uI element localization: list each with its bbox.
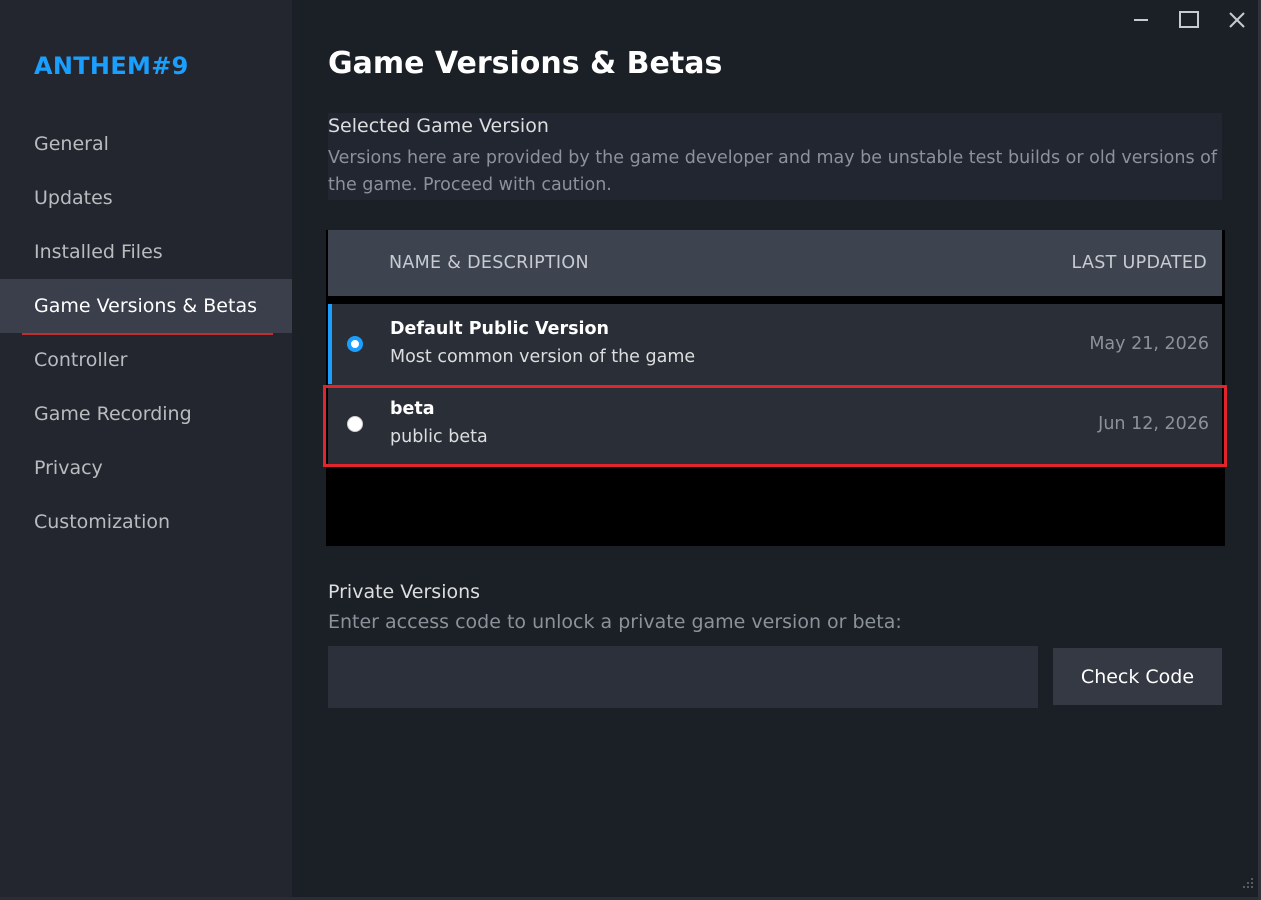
sidebar-item-updates[interactable]: Updates (0, 171, 292, 225)
version-name: beta (390, 399, 435, 419)
game-title: ANTHEM#9 (34, 52, 189, 80)
sidebar-item-game-versions-betas[interactable]: Game Versions & Betas (0, 279, 292, 333)
version-row-beta[interactable]: beta public beta Jun 12, 2026 (328, 384, 1222, 464)
version-description: public beta (390, 427, 488, 447)
column-header-last-updated: LAST UPDATED (1071, 253, 1207, 273)
sidebar-item-privacy[interactable]: Privacy (0, 441, 292, 495)
version-last-updated: May 21, 2026 (1089, 334, 1209, 354)
private-versions-heading: Private Versions (328, 581, 481, 603)
sidebar-item-installed-files[interactable]: Installed Files (0, 225, 292, 279)
minimize-icon[interactable] (1124, 4, 1158, 36)
check-code-button[interactable]: Check Code (1053, 648, 1222, 705)
selected-row-accent (328, 304, 332, 384)
sidebar-item-customization[interactable]: Customization (0, 495, 292, 549)
selected-version-description: Versions here are provided by the game d… (328, 148, 1218, 195)
sidebar-item-general[interactable]: General (0, 117, 292, 171)
properties-window: ANTHEM#9 General Updates Installed Files… (0, 0, 1258, 897)
radio-beta-version[interactable] (347, 416, 363, 432)
column-header-name: NAME & DESCRIPTION (389, 253, 589, 273)
private-versions-description: Enter access code to unlock a private ga… (328, 611, 902, 633)
version-description: Most common version of the game (390, 347, 696, 367)
sidebar-item-controller[interactable]: Controller (0, 333, 292, 387)
close-icon[interactable] (1220, 4, 1254, 36)
page-title: Game Versions & Betas (328, 46, 723, 81)
resize-grip-icon[interactable] (1240, 874, 1254, 893)
maximize-icon[interactable] (1172, 4, 1206, 36)
selected-version-heading: Selected Game Version (328, 115, 549, 137)
version-name: Default Public Version (390, 319, 609, 339)
sidebar: ANTHEM#9 General Updates Installed Files… (0, 0, 292, 897)
version-row-default[interactable]: Default Public Version Most common versi… (328, 304, 1222, 384)
sidebar-item-game-recording[interactable]: Game Recording (0, 387, 292, 441)
access-code-input[interactable] (328, 646, 1038, 708)
radio-default-version[interactable] (347, 336, 363, 352)
version-last-updated: Jun 12, 2026 (1098, 414, 1209, 434)
